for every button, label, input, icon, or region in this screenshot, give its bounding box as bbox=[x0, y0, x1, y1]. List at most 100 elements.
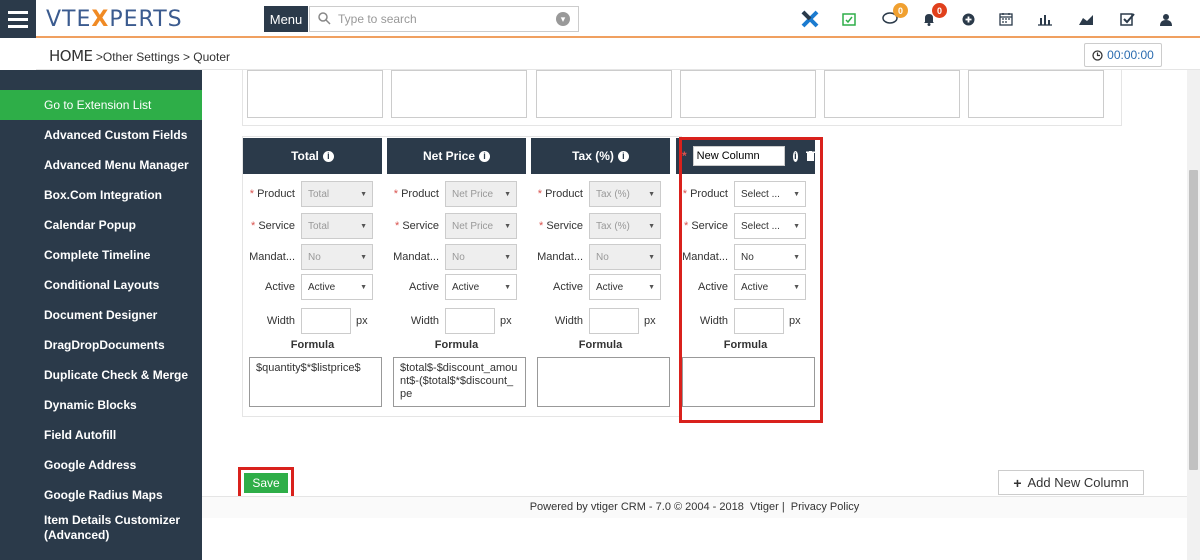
service-select-value: Tax (%) bbox=[596, 220, 630, 232]
sidebar-item-duplicate-check[interactable]: Duplicate Check & Merge bbox=[0, 360, 202, 390]
sidebar-item-conditional-layouts[interactable]: Conditional Layouts bbox=[0, 270, 202, 300]
mandatory-label: Mandat... bbox=[537, 251, 583, 263]
service-row: * Service Total ▼ bbox=[243, 213, 382, 239]
product-row: * Product Net Price ▼ bbox=[387, 181, 526, 207]
timer-value: 00:00:00 bbox=[1107, 48, 1154, 62]
service-select[interactable]: Tax (%) ▼ bbox=[589, 213, 661, 239]
chevron-down-icon: ▼ bbox=[648, 223, 655, 230]
plus-icon: + bbox=[1013, 474, 1022, 491]
new-column-highlight-box bbox=[679, 137, 823, 423]
breadcrumb-other-settings[interactable]: Other Settings bbox=[103, 50, 180, 64]
timer-button[interactable]: 00:00:00 bbox=[1084, 43, 1162, 67]
scrollbar-thumb[interactable] bbox=[1189, 170, 1198, 470]
footer-privacy-link[interactable]: Privacy Policy bbox=[791, 501, 859, 513]
info-icon[interactable]: i bbox=[617, 150, 629, 162]
breadcrumb-home[interactable]: HOME bbox=[49, 47, 93, 65]
chevron-down-icon: ▼ bbox=[360, 284, 367, 291]
notification-count-badge: 0 bbox=[932, 3, 947, 18]
sidebar-item-google-address[interactable]: Google Address bbox=[0, 450, 202, 480]
width-label: Width bbox=[554, 315, 583, 327]
sidebar-item-dragdropdocuments[interactable]: DragDropDocuments bbox=[0, 330, 202, 360]
formula-label: Formula bbox=[434, 339, 479, 351]
info-icon[interactable]: i bbox=[322, 150, 334, 162]
chat-count-badge: 0 bbox=[893, 3, 908, 18]
chevron-down-icon: ▼ bbox=[648, 254, 655, 261]
formula-textarea[interactable]: $quantity$*$listprice$ bbox=[249, 357, 382, 407]
sidebar-item-dynamic-blocks[interactable]: Dynamic Blocks bbox=[0, 390, 202, 420]
plus-circle-icon[interactable] bbox=[958, 9, 978, 29]
chevron-down-icon: ▼ bbox=[648, 284, 655, 291]
menu-button[interactable]: Menu bbox=[264, 6, 308, 32]
width-row: Width px bbox=[387, 308, 526, 334]
search-placeholder: Type to search bbox=[338, 12, 417, 26]
width-input[interactable] bbox=[445, 308, 495, 334]
column-card: Tax (%) i * Product Tax (%) ▼ * Service T… bbox=[531, 138, 670, 415]
user-icon[interactable] bbox=[1156, 9, 1176, 29]
width-input[interactable] bbox=[301, 308, 351, 334]
save-highlight-box: Save bbox=[238, 467, 294, 499]
calendar-icon[interactable] bbox=[996, 9, 1016, 29]
sidebar-item-advanced-menu-manager[interactable]: Advanced Menu Manager bbox=[0, 150, 202, 180]
sidebar-item-document-designer[interactable]: Document Designer bbox=[0, 300, 202, 330]
global-search-input[interactable]: Type to search ▾ bbox=[309, 6, 579, 32]
chat-icon[interactable]: 0 bbox=[880, 3, 908, 29]
sidebar-item-item-details-customizer[interactable]: Item Details Customizer (Advanced) bbox=[0, 510, 202, 546]
service-select[interactable]: Net Price ▼ bbox=[445, 213, 517, 239]
checkbox-icon[interactable] bbox=[1117, 9, 1137, 29]
active-select[interactable]: Active ▼ bbox=[301, 274, 373, 300]
width-input[interactable] bbox=[589, 308, 639, 334]
save-button[interactable]: Save bbox=[244, 473, 288, 493]
active-select[interactable]: Active ▼ bbox=[445, 274, 517, 300]
active-label: Active bbox=[553, 281, 583, 293]
sidebar-item-extension-list[interactable]: Go to Extension List bbox=[0, 90, 202, 120]
page-scrollbar[interactable] bbox=[1187, 70, 1200, 560]
formula-textarea[interactable]: $total$-$discount_amount$-($total$*$disc… bbox=[393, 357, 526, 407]
sidebar-item-complete-timeline[interactable]: Complete Timeline bbox=[0, 240, 202, 270]
sidebar-item-google-radius-maps[interactable]: Google Radius Maps bbox=[0, 480, 202, 510]
extension-sidebar: Go to Extension List Advanced Custom Fie… bbox=[0, 70, 202, 560]
product-select[interactable]: Net Price ▼ bbox=[445, 181, 517, 207]
active-select[interactable]: Active ▼ bbox=[589, 274, 661, 300]
product-select[interactable]: Total ▼ bbox=[301, 181, 373, 207]
breadcrumb-quoter: Quoter bbox=[193, 50, 230, 64]
footer-vtiger-link[interactable]: Vtiger bbox=[750, 501, 779, 513]
width-unit: px bbox=[356, 315, 368, 327]
add-new-column-button[interactable]: + Add New Column bbox=[998, 470, 1144, 495]
width-row: Width px bbox=[243, 308, 382, 334]
chevron-down-icon: ▼ bbox=[504, 191, 511, 198]
product-select[interactable]: Tax (%) ▼ bbox=[589, 181, 661, 207]
product-select-value: Net Price bbox=[452, 188, 494, 200]
service-select[interactable]: Total ▼ bbox=[301, 213, 373, 239]
info-icon[interactable]: i bbox=[479, 150, 491, 162]
hamburger-menu-icon[interactable] bbox=[0, 0, 36, 38]
sidebar-item-advanced-custom-fields[interactable]: Advanced Custom Fields bbox=[0, 120, 202, 150]
bar-chart-icon[interactable] bbox=[1035, 9, 1055, 29]
vtexperts-logo[interactable]: VTEXPERTS bbox=[46, 7, 183, 32]
search-dropdown-icon[interactable]: ▾ bbox=[556, 12, 570, 26]
breadcrumb-bar: HOME >Other Settings > Quoter 00:00:00 bbox=[36, 40, 1200, 70]
calendar-check-icon[interactable] bbox=[839, 9, 859, 29]
mandatory-select[interactable]: No ▼ bbox=[589, 244, 661, 270]
mandatory-select[interactable]: No ▼ bbox=[445, 244, 517, 270]
product-row: * Product Total ▼ bbox=[243, 181, 382, 207]
active-select-value: Active bbox=[308, 281, 336, 293]
sidebar-item-field-autofill[interactable]: Field Autofill bbox=[0, 420, 202, 450]
active-select-value: Active bbox=[452, 281, 480, 293]
column-header-label: Tax (%) bbox=[572, 149, 614, 163]
service-label: Service bbox=[402, 220, 439, 232]
column-header: Total i bbox=[243, 138, 382, 174]
bell-icon[interactable]: 0 bbox=[919, 3, 947, 29]
vtiger-x-icon[interactable] bbox=[800, 9, 820, 29]
formula-textarea[interactable] bbox=[537, 357, 670, 407]
active-row: Active Active ▼ bbox=[243, 274, 382, 300]
chevron-down-icon: ▼ bbox=[360, 223, 367, 230]
column-header: Net Price i bbox=[387, 138, 526, 174]
mandatory-select[interactable]: No ▼ bbox=[301, 244, 373, 270]
column-card: Total i * Product Total ▼ * Service Total… bbox=[243, 138, 382, 415]
sidebar-item-calendar-popup[interactable]: Calendar Popup bbox=[0, 210, 202, 240]
mandatory-select-value: No bbox=[596, 251, 609, 263]
area-chart-icon[interactable] bbox=[1076, 9, 1096, 29]
column-header-label: Net Price bbox=[422, 149, 476, 163]
sidebar-item-box-integration[interactable]: Box.Com Integration bbox=[0, 180, 202, 210]
column-header: Tax (%) i bbox=[531, 138, 670, 174]
